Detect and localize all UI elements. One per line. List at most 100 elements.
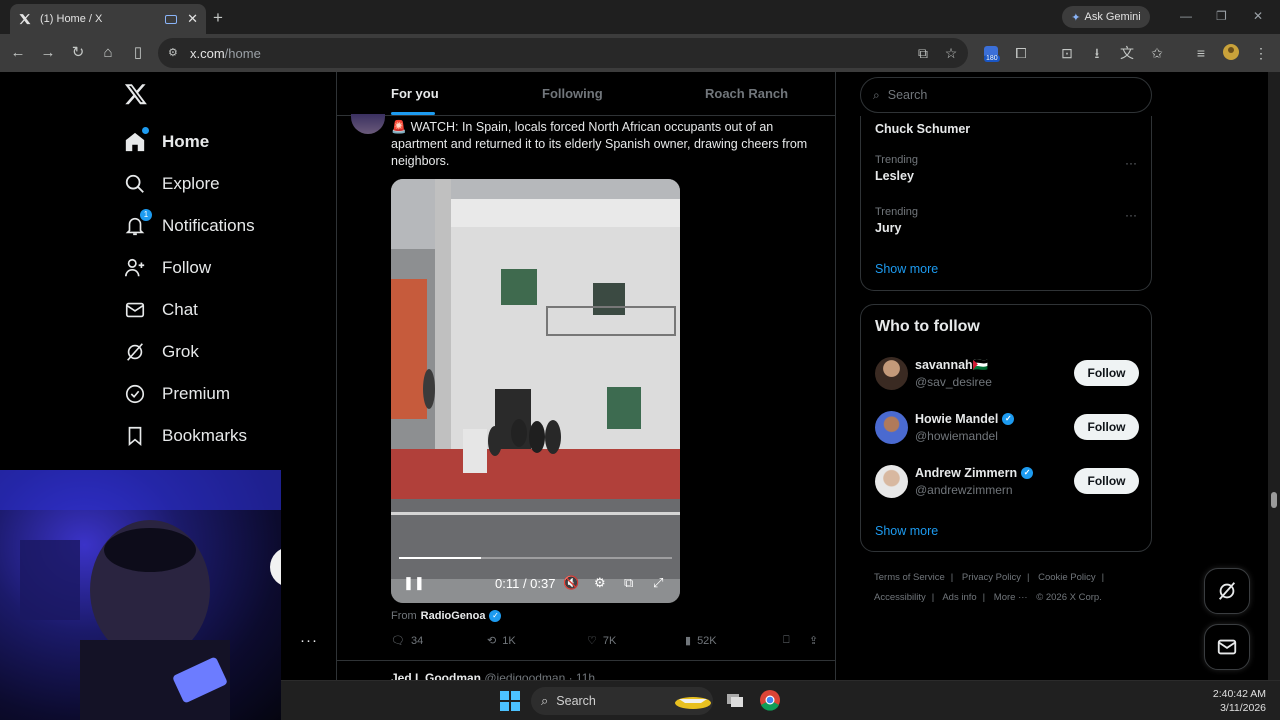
- avatar[interactable]: [351, 114, 385, 134]
- footer-link[interactable]: Ads info: [942, 592, 976, 603]
- follow-suggestion[interactable]: savannah🇵🇸 @sav_desiree Follow: [875, 357, 1139, 393]
- follow-button[interactable]: Follow: [1074, 414, 1139, 440]
- extension-badge: 180: [984, 55, 1000, 62]
- views-button[interactable]: ▮ 52K: [685, 634, 717, 648]
- airplane-widget-icon[interactable]: [673, 689, 711, 713]
- repost-button[interactable]: ⟲ 1K: [487, 634, 516, 648]
- nav-label: Chat: [162, 300, 198, 319]
- who-to-follow-panel: Who to follow savannah🇵🇸 @sav_desiree Fo…: [860, 304, 1152, 552]
- nav-bookmarks[interactable]: Bookmarks: [124, 422, 247, 450]
- fullscreen-icon[interactable]: ⤢: [653, 575, 663, 591]
- mute-icon[interactable]: 🔇: [563, 575, 579, 591]
- address-bar[interactable]: ⚙ x.com/home ⧉ ☆: [158, 38, 968, 68]
- lens-icon[interactable]: ⊡: [1058, 44, 1076, 62]
- task-view-icon[interactable]: [724, 689, 748, 713]
- trend-item[interactable]: Trending Jury ···: [875, 206, 1137, 235]
- ask-gemini-button[interactable]: ✦ Ask Gemini: [1062, 6, 1150, 28]
- nav-grok[interactable]: Grok: [124, 338, 199, 366]
- bookmark-button[interactable]: ⎕: [783, 634, 790, 647]
- bookmark-icon: ⎕: [783, 634, 790, 646]
- footer-link[interactable]: Accessibility: [874, 592, 926, 603]
- windows-start-icon[interactable]: [500, 691, 520, 711]
- footer-link[interactable]: Cookie Policy: [1038, 572, 1096, 583]
- pip-icon[interactable]: ⧉: [624, 575, 633, 591]
- x-logo-icon[interactable]: [124, 82, 148, 106]
- trend-item[interactable]: Trending Lesley ···: [875, 154, 1137, 183]
- next-tweet[interactable]: Jed I. Goodman @jedigoodman · 11h: [337, 660, 835, 680]
- sidebar-icon[interactable]: ▯: [128, 43, 148, 63]
- minimize-button[interactable]: —: [1180, 9, 1192, 23]
- back-icon[interactable]: ←: [8, 43, 28, 63]
- tweet-video[interactable]: ❚❚ 0:11 / 0:37 🔇 ⚙ ⧉ ⤢: [391, 179, 680, 603]
- like-button[interactable]: ♡ 7K: [587, 634, 616, 648]
- nav-explore[interactable]: Explore: [124, 170, 220, 198]
- follow-suggestion[interactable]: Andrew Zimmern ✓ @andrewzimmern Follow: [875, 465, 1139, 501]
- search-icon: ⌕: [541, 693, 549, 708]
- tab-media-icon[interactable]: [165, 14, 178, 24]
- nav-follow[interactable]: Follow: [124, 254, 211, 282]
- tab-close-icon[interactable]: ✕: [187, 11, 198, 27]
- menu-kebab-icon[interactable]: ⋮: [1252, 44, 1270, 62]
- browser-tab[interactable]: (1) Home / X ✕: [10, 4, 206, 34]
- system-clock[interactable]: 2:40:42 AM 3/11/2026: [1213, 687, 1266, 715]
- footer-link[interactable]: Privacy Policy: [962, 572, 1021, 583]
- trend-item[interactable]: Chuck Schumer: [875, 119, 1137, 136]
- download-icon[interactable]: ⭳: [1088, 44, 1106, 62]
- extensions-puzzle-icon[interactable]: ⧠: [1012, 44, 1030, 62]
- favorites-icon[interactable]: ✩: [1148, 44, 1166, 62]
- follow-button[interactable]: Follow: [1074, 360, 1139, 386]
- reply-button[interactable]: 🗨 34: [391, 634, 423, 648]
- avatar[interactable]: [875, 465, 908, 498]
- bell-icon: 1: [124, 209, 152, 237]
- scrollbar-thumb[interactable]: [1271, 492, 1277, 508]
- share-icon: ⇪: [809, 635, 819, 647]
- page-scrollbar[interactable]: [1268, 72, 1280, 680]
- nav-label: Follow: [162, 258, 212, 277]
- search-input[interactable]: [887, 88, 1128, 102]
- tab-roach-ranch[interactable]: Roach Ranch: [705, 86, 788, 101]
- bookmark-star-icon[interactable]: ☆: [942, 44, 960, 62]
- restore-button[interactable]: ❐: [1216, 9, 1227, 23]
- messages-floating-button[interactable]: [1204, 624, 1250, 670]
- reading-list-icon[interactable]: ≡: [1192, 44, 1210, 62]
- nav-premium[interactable]: Premium: [124, 380, 230, 408]
- more-options-icon[interactable]: ···: [1125, 156, 1137, 170]
- close-window-button[interactable]: ✕: [1253, 9, 1263, 23]
- nav-chat[interactable]: Chat: [124, 296, 198, 324]
- forward-icon[interactable]: →: [38, 43, 58, 63]
- nav-notifications[interactable]: 1 Notifications: [124, 209, 255, 240]
- browser-toolbar: ← → ↻ ⌂ ▯ ⚙ x.com/home ⧉ ☆ 180 ⧠ ⊡ ⭳ 文 ✩…: [0, 34, 1280, 72]
- video-controls: ❚❚ 0:11 / 0:37 🔇 ⚙ ⧉ ⤢: [391, 571, 680, 597]
- footer-link[interactable]: Terms of Service: [874, 572, 945, 583]
- profile-avatar[interactable]: [1222, 44, 1240, 62]
- follow-button[interactable]: Follow: [1074, 468, 1139, 494]
- avatar[interactable]: [875, 357, 908, 390]
- trends-show-more-link[interactable]: Show more: [875, 262, 938, 276]
- account-more-icon[interactable]: ···: [300, 632, 318, 649]
- pause-icon[interactable]: ❚❚: [403, 575, 425, 591]
- follow-suggestion[interactable]: Howie Mandel ✓ @howiemandel Follow: [875, 411, 1139, 447]
- who-to-follow-show-more-link[interactable]: Show more: [875, 524, 938, 538]
- footer-link[interactable]: More ···: [994, 592, 1028, 603]
- video-progress-bar[interactable]: [399, 557, 672, 559]
- share-button[interactable]: ⇪: [809, 634, 818, 647]
- reload-icon[interactable]: ↻: [68, 43, 88, 63]
- webcam-overlay: [0, 470, 281, 720]
- chrome-icon[interactable]: [759, 689, 783, 713]
- home-icon[interactable]: ⌂: [98, 43, 118, 63]
- grok-floating-button[interactable]: [1204, 568, 1250, 614]
- tab-following[interactable]: Following: [542, 86, 603, 101]
- translate-icon[interactable]: 文: [1118, 44, 1136, 62]
- nav-label: Notifications: [162, 216, 255, 235]
- search-icon: ⌕: [873, 87, 880, 102]
- site-info-icon[interactable]: ⚙: [168, 46, 182, 60]
- x-favicon-icon: [18, 12, 32, 26]
- cast-icon[interactable]: ⧉: [914, 44, 932, 62]
- tab-for-you[interactable]: For you: [391, 86, 439, 101]
- new-tab-button[interactable]: +: [213, 8, 223, 28]
- avatar[interactable]: [875, 411, 908, 444]
- more-options-icon[interactable]: ···: [1125, 208, 1137, 222]
- nav-home[interactable]: Home: [124, 127, 209, 156]
- source-account-link[interactable]: RadioGenoa: [421, 610, 486, 622]
- settings-gear-icon[interactable]: ⚙: [594, 575, 606, 591]
